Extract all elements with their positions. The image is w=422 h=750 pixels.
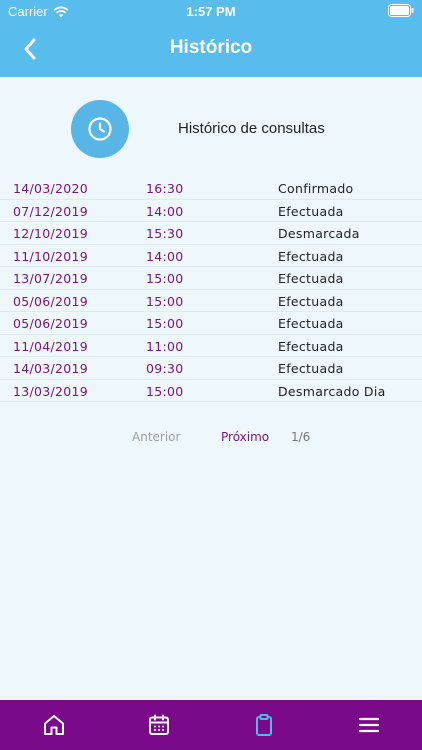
date-cell: 13/03/2019 bbox=[13, 383, 89, 399]
status-cell: Efectuada bbox=[278, 203, 344, 219]
time-cell: 11:00 bbox=[146, 338, 184, 354]
date-cell: 14/03/2019 bbox=[13, 361, 89, 376]
date-cell: 12/10/2019 bbox=[13, 226, 89, 241]
date-cell: 13/07/2019 bbox=[13, 271, 89, 286]
page-indicator: 1/6 bbox=[291, 430, 311, 444]
date-cell: 11/04/2019 bbox=[13, 338, 89, 354]
battery-icon bbox=[388, 4, 414, 17]
tab-calendar[interactable] bbox=[145, 711, 173, 739]
status-cell: Efectuada bbox=[278, 316, 344, 331]
status-cell: Efectuada bbox=[278, 271, 344, 286]
clipboard-icon bbox=[256, 714, 272, 736]
pagination: Anterior Próximo 1/6 bbox=[0, 430, 422, 446]
status-cell: Confirmado bbox=[278, 181, 354, 196]
status-cell: Desmarcado Dia bbox=[278, 383, 386, 399]
status-bar: Carrier 1:57 PM bbox=[0, 0, 422, 22]
previous-page-button[interactable]: Anterior bbox=[132, 430, 180, 444]
time-cell: 15:00 bbox=[146, 316, 184, 331]
status-cell: Efectuada bbox=[278, 361, 344, 376]
header: Carrier 1:57 PM Histórico bbox=[0, 0, 422, 77]
menu-icon bbox=[358, 717, 380, 733]
nav-bar: Histórico bbox=[0, 22, 422, 77]
next-page-button[interactable]: Próximo bbox=[221, 430, 269, 444]
page-title: Histórico bbox=[169, 37, 253, 58]
time-cell: 16:30 bbox=[146, 181, 184, 196]
status-cell: Efectuada bbox=[278, 293, 344, 309]
clock-badge bbox=[71, 100, 129, 158]
table-row[interactable]: 07/12/2019 14:00 Efectuada bbox=[0, 200, 422, 222]
time-cell: 15:00 bbox=[146, 293, 184, 309]
tab-home[interactable] bbox=[40, 711, 68, 739]
table-row[interactable]: 12/10/2019 15:30 Desmarcada bbox=[0, 222, 422, 245]
date-cell: 05/06/2019 bbox=[13, 316, 89, 331]
date-cell: 07/12/2019 bbox=[13, 203, 89, 219]
status-time: 1:57 PM bbox=[186, 4, 236, 19]
table-row[interactable]: 14/03/2020 16:30 Confirmado bbox=[0, 177, 422, 200]
time-cell: 14:00 bbox=[146, 203, 184, 219]
date-cell: 14/03/2020 bbox=[13, 181, 89, 196]
tab-history[interactable] bbox=[250, 711, 278, 739]
time-cell: 15:00 bbox=[146, 271, 184, 286]
time-cell: 14:00 bbox=[146, 248, 184, 264]
time-cell: 15:30 bbox=[146, 226, 184, 241]
section-title: Histórico de consultas bbox=[178, 120, 325, 137]
status-cell: Efectuada bbox=[278, 338, 344, 354]
date-cell: 05/06/2019 bbox=[13, 293, 89, 309]
tab-bar bbox=[0, 700, 422, 750]
clock-icon bbox=[88, 117, 112, 141]
time-cell: 15:00 bbox=[146, 383, 184, 399]
table-row[interactable]: 11/10/2019 14:00 Efectuada bbox=[0, 245, 422, 267]
section-header: Histórico de consultas bbox=[0, 100, 422, 158]
date-cell: 11/10/2019 bbox=[13, 248, 89, 264]
table-row[interactable]: 13/07/2019 15:00 Efectuada bbox=[0, 267, 422, 290]
status-cell: Efectuada bbox=[278, 248, 344, 264]
tab-menu[interactable] bbox=[355, 711, 383, 739]
table-row[interactable]: 05/06/2019 15:00 Efectuada bbox=[0, 312, 422, 335]
time-cell: 09:30 bbox=[146, 361, 184, 376]
table-row[interactable]: 05/06/2019 15:00 Efectuada bbox=[0, 290, 422, 312]
calendar-icon bbox=[149, 714, 169, 735]
history-table: 14/03/2020 16:30 Confirmado 07/12/2019 1… bbox=[0, 177, 422, 402]
table-row[interactable]: 13/03/2019 15:00 Desmarcado Dia bbox=[0, 380, 422, 402]
table-row[interactable]: 14/03/2019 09:30 Efectuada bbox=[0, 357, 422, 380]
home-icon bbox=[44, 715, 64, 735]
table-row[interactable]: 11/04/2019 11:00 Efectuada bbox=[0, 335, 422, 357]
status-cell: Desmarcada bbox=[278, 226, 360, 241]
